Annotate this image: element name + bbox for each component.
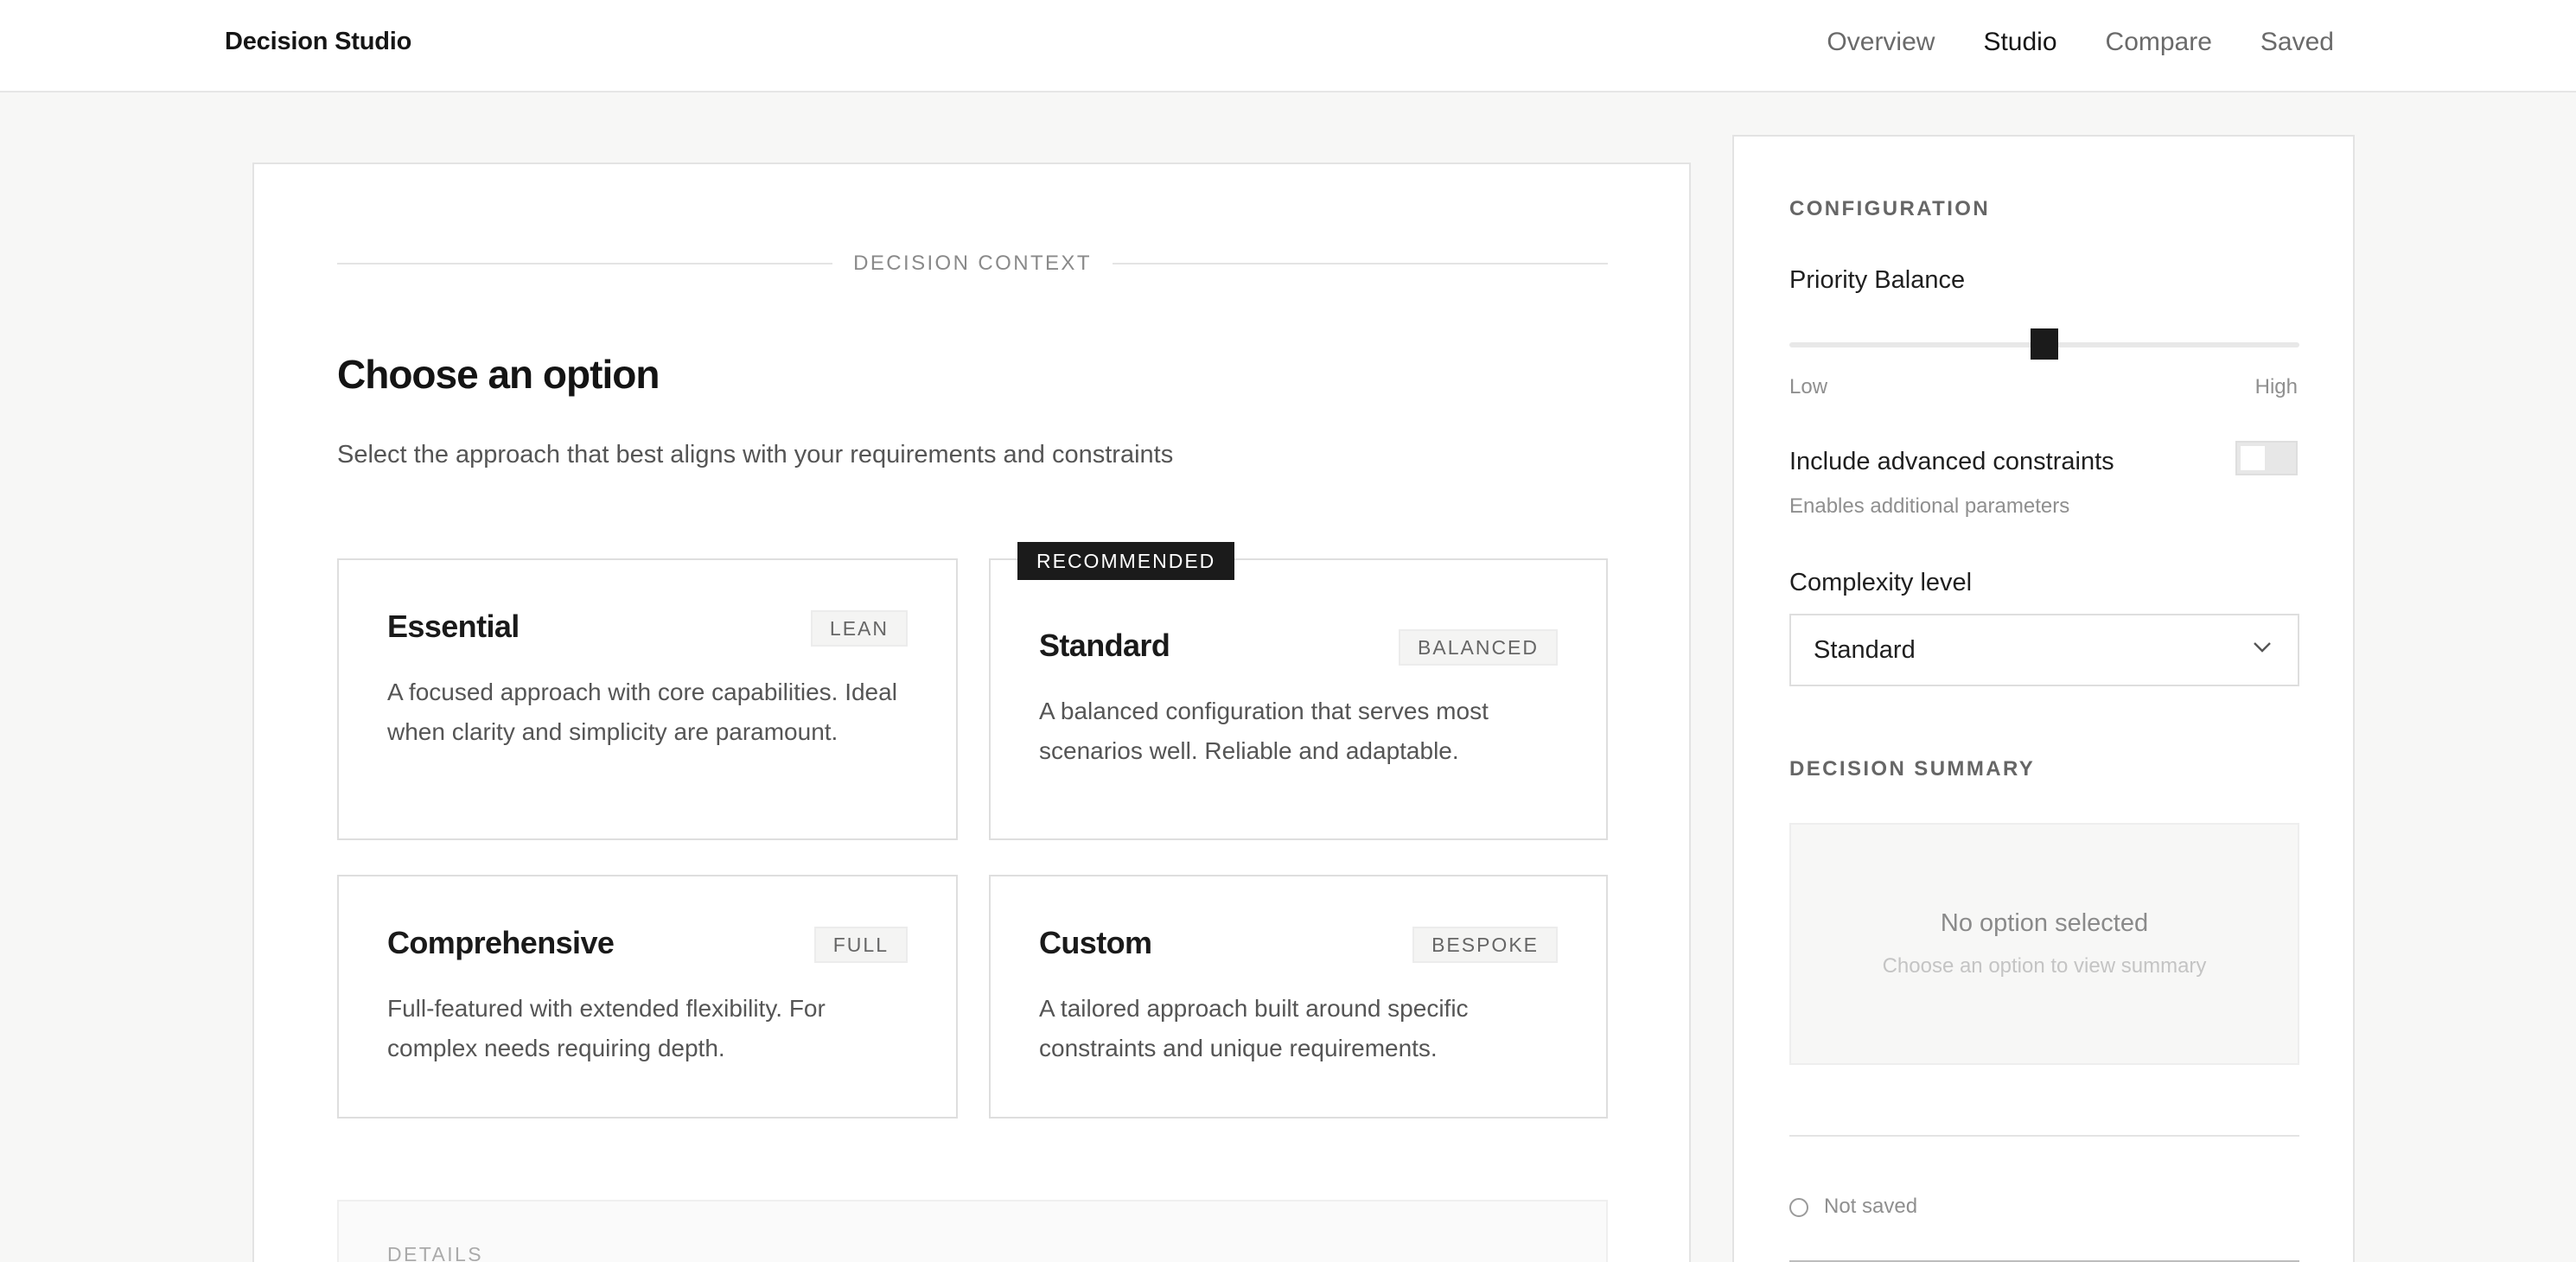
option-description: A tailored approach built around specifi… — [1039, 995, 1469, 1061]
priority-balance-label: Priority Balance — [1789, 266, 1966, 294]
option-name: Standard — [1039, 628, 1170, 663]
nav-item-overview[interactable]: Overview — [1827, 28, 1935, 57]
option-name: Essential — [387, 609, 520, 644]
status-circle-icon — [1789, 1198, 1808, 1217]
main-nav: Overview Studio Compare Saved — [1827, 28, 2334, 57]
nav-item-saved[interactable]: Saved — [2260, 28, 2334, 57]
decision-card: DECISION CONTEXT Choose an option Select… — [252, 163, 1691, 1262]
advanced-constraints-hint: Enables additional parameters — [1789, 494, 2070, 518]
toggle-knob — [2241, 446, 2265, 470]
option-description: A balanced configuration that serves mos… — [1039, 698, 1489, 764]
option-tag: LEAN — [810, 610, 908, 647]
option-tag: FULL — [813, 927, 908, 963]
option-card-comprehensive[interactable]: Comprehensive FULL Full-featured with ex… — [337, 875, 958, 1119]
option-tag: BALANCED — [1399, 629, 1558, 666]
option-card-custom[interactable]: Custom BESPOKE A tailored approach built… — [989, 875, 1608, 1119]
option-description: Full-featured with extended flexibility.… — [387, 995, 826, 1061]
page-subtitle: Select the approach that best aligns wit… — [337, 441, 1174, 468]
nav-item-studio[interactable]: Studio — [1983, 28, 2056, 57]
details-panel: DETAILS — [337, 1200, 1608, 1262]
slider-max-label: High — [2254, 375, 2298, 398]
chevron-down-icon — [2253, 641, 2272, 658]
save-status-text: Not saved — [1824, 1195, 1918, 1218]
option-description: A focused approach with core capabilitie… — [387, 679, 897, 745]
details-label: DETAILS — [387, 1243, 483, 1262]
section-label-text: DECISION CONTEXT — [853, 252, 1092, 275]
priority-slider-thumb[interactable] — [2031, 328, 2058, 360]
option-card-essential[interactable]: Essential LEAN A focused approach with c… — [337, 558, 958, 840]
page-title: Choose an option — [337, 352, 660, 397]
complexity-level-select[interactable]: Standard — [1789, 614, 2299, 686]
slider-min-label: Low — [1789, 375, 1828, 398]
complexity-level-label: Complexity level — [1789, 569, 1973, 596]
top-navigation-bar: Decision Studio Overview Studio Compare … — [0, 0, 2576, 92]
nav-item-compare[interactable]: Compare — [2106, 28, 2212, 57]
panel-divider — [1789, 1135, 2299, 1137]
option-card-standard[interactable]: Standard BALANCED A balanced configurati… — [989, 558, 1608, 840]
option-name: Comprehensive — [387, 925, 615, 960]
decision-summary-header: DECISION SUMMARY — [1789, 757, 2036, 781]
section-label-decision-context: DECISION CONTEXT — [337, 251, 1609, 277]
complexity-selected-value: Standard — [1814, 636, 1916, 664]
advanced-constraints-toggle[interactable] — [2235, 441, 2298, 475]
recommended-badge: RECOMMENDED — [1017, 542, 1235, 580]
divider-left — [337, 263, 833, 265]
decision-summary-box: No option selected Choose an option to v… — [1789, 823, 2299, 1065]
option-name: Custom — [1039, 925, 1152, 960]
advanced-constraints-label: Include advanced constraints — [1789, 448, 2114, 475]
summary-empty-hint: Choose an option to view summary — [1882, 954, 2207, 978]
summary-empty-title: No option selected — [1940, 909, 2149, 937]
configuration-panel: CONFIGURATION Priority Balance Low High … — [1732, 135, 2355, 1262]
option-tag: BESPOKE — [1412, 927, 1558, 963]
divider-right — [1112, 263, 1609, 265]
configuration-header: CONFIGURATION — [1789, 197, 1991, 220]
brand-name[interactable]: Decision Studio — [225, 28, 411, 56]
